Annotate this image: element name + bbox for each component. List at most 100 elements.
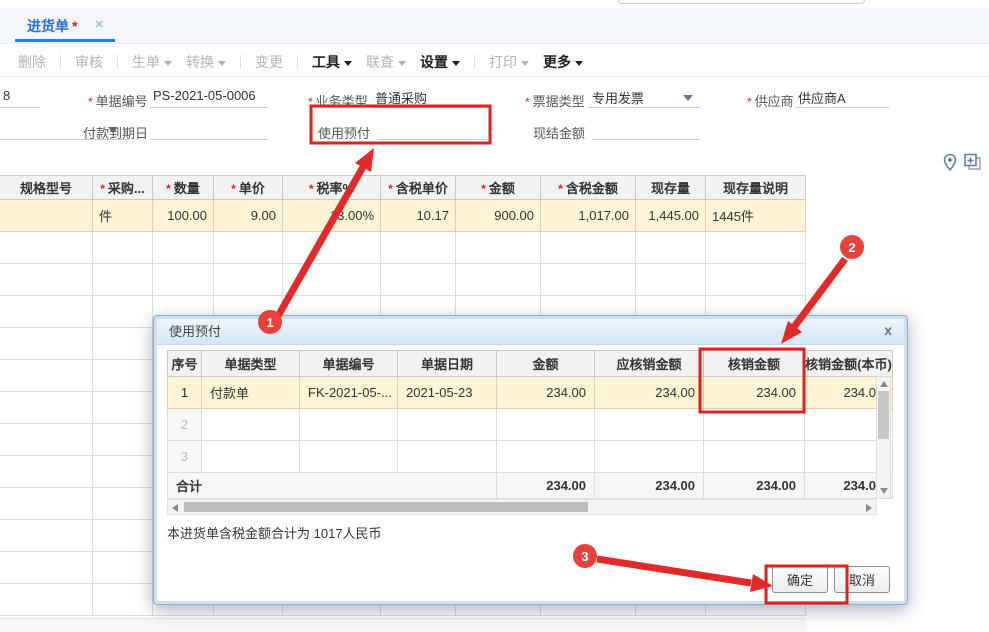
supplier-field[interactable]: 供应商A [795, 88, 890, 108]
cell-spec[interactable] [0, 199, 93, 232]
col-header-tax-rate[interactable]: * 税率% [282, 175, 381, 200]
step-number-2: 2 [848, 240, 855, 255]
grid-empty-row [0, 231, 806, 264]
cell-tax-rate[interactable]: 13.00% [282, 199, 381, 232]
col-header-writeoff-base: 核销金额(本币) [804, 350, 893, 377]
col-header-doc-type: 单据类型 [201, 350, 300, 377]
col-header-stock-note[interactable]: 现存量说明 [705, 175, 806, 200]
col-header-amount[interactable]: * 金额 [455, 175, 541, 200]
grid-header-row: 规格型号 * 采购... * 数量 * 单价 * 税率% * 含税单价 * 金额 * 含税金额… [0, 175, 806, 200]
scroll-left-icon[interactable] [172, 504, 178, 512]
purchase-order-screen: 进货单 * × 删除 审核 生单 转换 变更 工具 联查 设置 打印 更多 8 *… [0, 0, 989, 632]
chevron-down-icon [164, 60, 172, 66]
dialog-title: 使用预付 [157, 319, 904, 345]
top-search-input[interactable] [618, 0, 865, 4]
total-label: 合计 [167, 472, 497, 499]
tab-title: 进货单 [27, 18, 69, 34]
col-header-doc-date: 单据日期 [397, 350, 497, 377]
cell-amount-with-tax[interactable]: 1,017.00 [540, 199, 636, 232]
toolbar-change-button[interactable]: 变更 [255, 52, 283, 72]
scroll-right-icon[interactable] [866, 504, 872, 512]
ok-button[interactable]: 确定 [771, 566, 828, 593]
cell-amount[interactable]: 900.00 [455, 199, 541, 232]
tab-close-icon[interactable]: × [95, 16, 104, 33]
step-circle-2 [840, 235, 864, 259]
prepay-row: 1 付款单 FK-2021-05-... 2021-05-23 234.00 2… [167, 376, 893, 409]
toolbar-delete-button[interactable]: 删除 [18, 52, 46, 72]
scrollbar-thumb[interactable] [184, 502, 588, 512]
toolbar-separator [297, 55, 298, 69]
col-header-price-with-tax[interactable]: * 含税单价 [380, 175, 456, 200]
toolbar-generate-button[interactable]: 生单 [132, 52, 172, 72]
prepay-empty-row: 2 [167, 408, 893, 441]
prepay-header-row: 序号 单据类型 单据编号 单据日期 金额 应核销金额 核销金额 核销金额(本币) [167, 350, 893, 377]
toolbar-audit-button[interactable]: 审核 [75, 52, 103, 72]
prepay-empty-row: 3 [167, 440, 893, 473]
pay-due-field[interactable] [150, 120, 267, 140]
prepay-total-row: 合计 234.00 234.00 234.00 234.0 [167, 472, 893, 499]
chevron-down-icon [344, 60, 352, 66]
tab-bar: 进货单 * × [0, 8, 989, 44]
biz-type-label: * 业务类型 [308, 94, 368, 109]
col-header-doc-no: 单据编号 [299, 350, 398, 377]
arrowhead-1 [355, 148, 374, 172]
grid-horizontal-scrollbar[interactable] [0, 618, 806, 632]
grid-empty-row [0, 263, 806, 296]
use-prepay-field[interactable] [378, 120, 487, 140]
doc-no-label: * 单据编号 [88, 94, 148, 109]
dialog-horizontal-scrollbar[interactable] [167, 499, 877, 515]
col-header-price[interactable]: * 单价 [213, 175, 283, 200]
toolbar: 删除 审核 生单 转换 变更 工具 联查 设置 打印 更多 [18, 50, 583, 74]
chevron-down-icon [218, 60, 226, 66]
cash-amount-field[interactable] [592, 120, 700, 140]
scrollbar-thumb[interactable] [878, 391, 889, 439]
use-prepay-label: 使用预付 [318, 126, 371, 141]
toolbar-separator [60, 55, 61, 69]
doc-no-field[interactable]: PS-2021-05-0006 [150, 88, 267, 108]
col-header-purchase-unit[interactable]: * 采购... [92, 175, 153, 200]
toolbar-tools-button[interactable]: 工具 [312, 52, 352, 72]
cell-price-with-tax[interactable]: 10.17 [380, 199, 456, 232]
dialog-close-icon[interactable]: x [884, 322, 892, 338]
dialog-vertical-scrollbar[interactable] [876, 376, 891, 499]
pay-due-label: 付款到期日 [83, 126, 149, 141]
cell-qty[interactable]: 100.00 [152, 199, 214, 232]
chevron-down-icon[interactable] [683, 95, 693, 101]
col-header-qty[interactable]: * 数量 [152, 175, 214, 200]
toolbar-print-button[interactable]: 打印 [489, 52, 529, 72]
toolbar-separator [240, 55, 241, 69]
biz-type-field[interactable]: 普通采购 [372, 88, 490, 108]
toolbar-settings-button[interactable]: 设置 [420, 52, 460, 72]
cell-stock[interactable]: 1,445.00 [635, 199, 706, 232]
tab-dirty-marker: * [72, 18, 78, 34]
cancel-button[interactable]: 取消 [833, 566, 890, 593]
toolbar-more-button[interactable]: 更多 [543, 52, 583, 72]
cell-stock-note[interactable]: 1445件 [705, 199, 806, 232]
tab-purchase-order[interactable]: 进货单 * [27, 16, 77, 36]
col-header-to-writeoff: 应核销金额 [594, 350, 704, 377]
tab-active-underline [15, 39, 115, 42]
location-pin-icon[interactable] [941, 153, 959, 172]
grid-data-row: 件 100.00 9.00 13.00% 10.17 900.00 1,017.… [0, 199, 806, 232]
duplicate-add-icon[interactable] [963, 153, 983, 172]
col-header-spec[interactable]: 规格型号 [0, 175, 93, 200]
col-header-writeoff: 核销金额 [703, 350, 805, 377]
supplier-label: * 供应商 [747, 94, 794, 109]
toolbar-separator [117, 55, 118, 69]
col-header-amount-with-tax[interactable]: * 含税金额 [540, 175, 636, 200]
chevron-down-icon [521, 60, 529, 66]
toolbar-convert-button[interactable]: 转换 [186, 52, 226, 72]
chevron-down-icon [452, 60, 460, 66]
scroll-up-icon[interactable] [880, 381, 888, 387]
invoice-type-label: * 票据类型 [525, 94, 585, 109]
col-header-amount: 金额 [496, 350, 595, 377]
cell-price[interactable]: 9.00 [213, 199, 283, 232]
col-header-stock[interactable]: 现存量 [635, 175, 706, 200]
dialog-note: 本进货单含税金额合计为 1017人民币 [167, 526, 382, 541]
left-truncated-field[interactable]: 8 [0, 88, 40, 108]
prepay-table: 序号 单据类型 单据编号 单据日期 金额 应核销金额 核销金额 核销金额(本币)… [167, 350, 893, 499]
chevron-down-icon [575, 60, 583, 66]
toolbar-linked-query-button[interactable]: 联查 [366, 52, 406, 72]
scroll-down-icon[interactable] [880, 488, 888, 494]
cell-purchase-unit[interactable]: 件 [92, 199, 153, 232]
